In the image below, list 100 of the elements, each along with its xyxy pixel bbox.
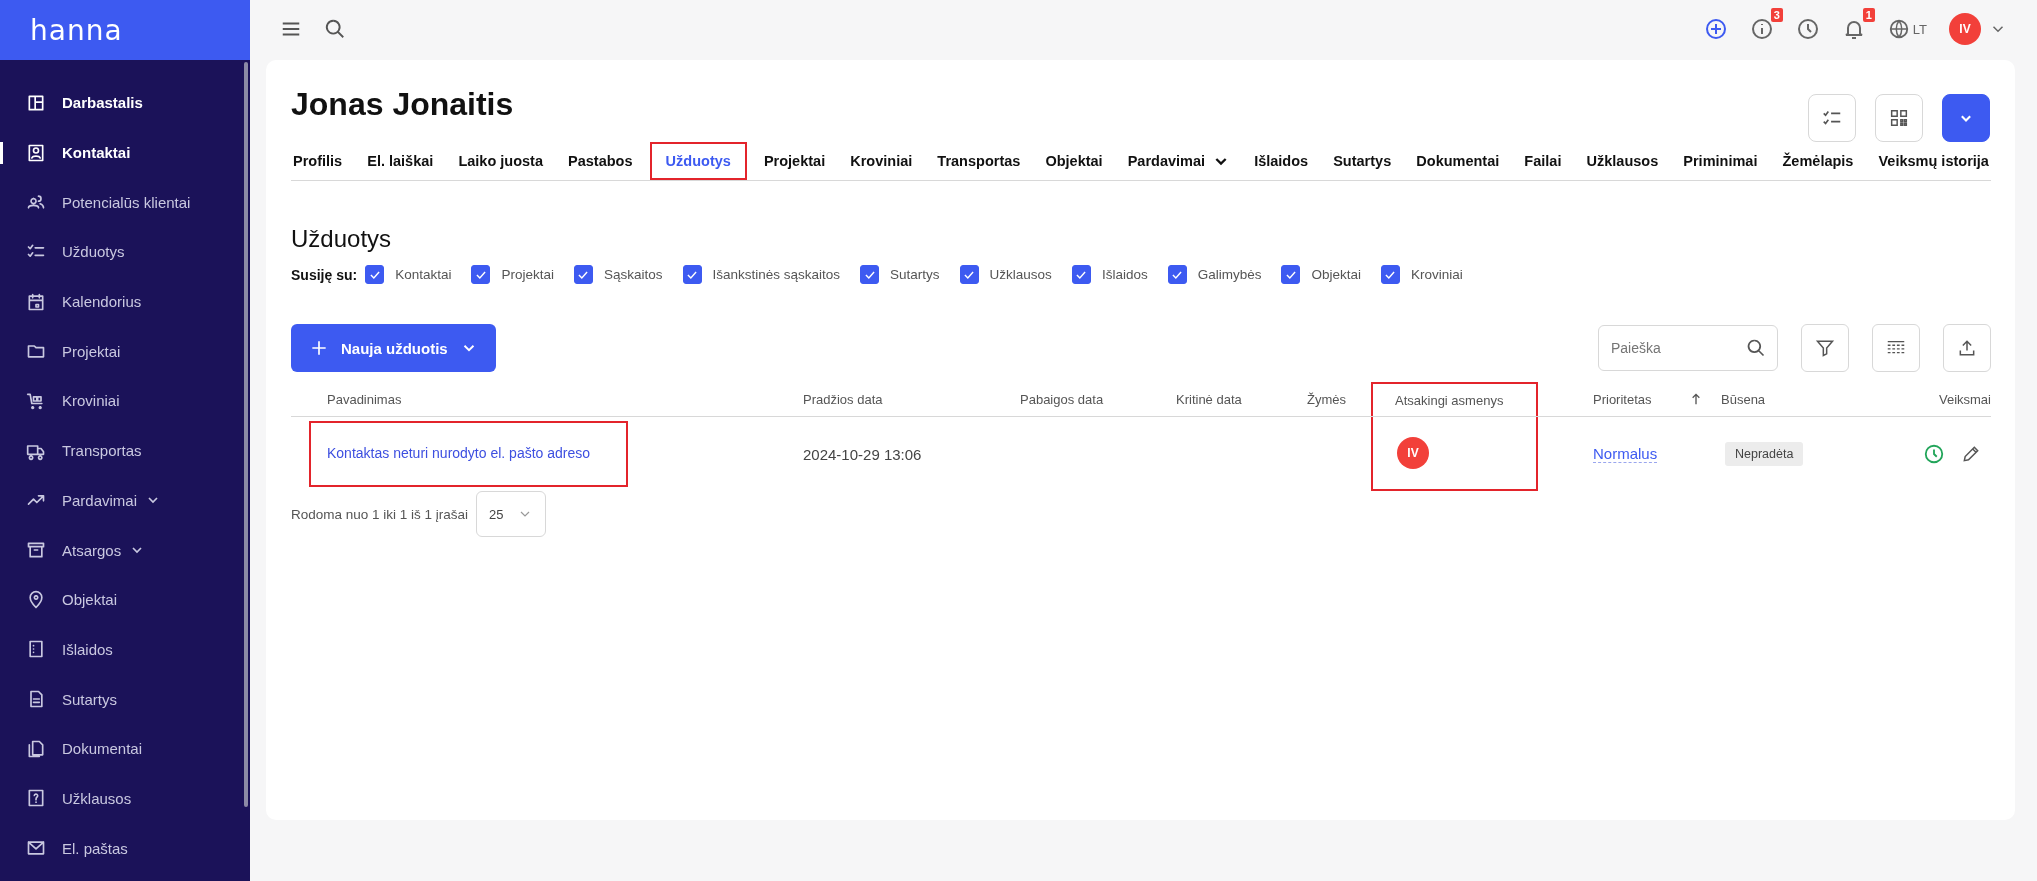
tab[interactable]: Dokumentai	[1414, 142, 1502, 180]
page-size-select[interactable]: 25	[476, 491, 547, 537]
tab[interactable]: Failai	[1522, 142, 1564, 180]
column-header[interactable]: Kritinė data	[1176, 391, 1242, 407]
sidebar-item[interactable]: Dokumentai	[0, 723, 250, 774]
sidebar-item[interactable]: Užduotys	[0, 227, 250, 277]
tab[interactable]: Užduotys	[649, 142, 747, 180]
dropdown-button[interactable]	[1942, 94, 1990, 142]
filter-icon	[1815, 338, 1835, 358]
checkbox[interactable]	[1281, 265, 1301, 284]
sidebar-item[interactable]: Darbastalis	[0, 78, 250, 128]
sidebar-item[interactable]: Objektai	[0, 574, 250, 625]
user-avatar: IV	[1397, 437, 1429, 469]
sidebar-item[interactable]: Atsargos	[0, 525, 250, 575]
search-field[interactable]: Paieška	[1598, 325, 1778, 371]
sidebar-item[interactable]: Kontaktai	[0, 127, 250, 178]
sidebar-item[interactable]: Potencialūs klientai	[0, 177, 250, 228]
contact-name: Jonas Jonaitis	[291, 86, 514, 123]
checkbox[interactable]	[573, 265, 593, 284]
sidebar-item[interactable]: Išlaidos	[0, 624, 250, 675]
tab[interactable]: El. laiškai	[365, 142, 436, 180]
tab[interactable]: Užklausos	[1584, 142, 1661, 180]
checkbox-label: Užklausos	[989, 267, 1052, 282]
tab[interactable]: Projektai	[761, 142, 828, 180]
checkbox[interactable]	[1167, 265, 1187, 284]
priority-link[interactable]: Normalus	[1593, 445, 1658, 463]
edit-icon[interactable]	[1961, 444, 1981, 464]
checkbox-label: Išankstinės sąskaitos	[712, 267, 841, 282]
column-header[interactable]: Būsena	[1721, 391, 1766, 407]
status-badge: Nepradėta	[1725, 442, 1804, 466]
sidebar-item-icon	[26, 589, 46, 610]
clock-icon[interactable]	[1795, 17, 1820, 41]
checkbox[interactable]	[1071, 265, 1091, 284]
column-header[interactable]: Žymės	[1307, 391, 1346, 407]
tab[interactable]: Transportas	[935, 142, 1023, 180]
section-title: Užduotys	[291, 225, 393, 253]
qr-code-button[interactable]	[1875, 94, 1923, 142]
tab[interactable]: Pastabos	[566, 142, 635, 180]
plus-icon	[309, 338, 329, 358]
filter-label: Susiję su:	[291, 266, 358, 283]
pagination-summary: Rodoma nuo 1 iki 1 iš 1 įrašai	[291, 506, 469, 522]
sidebar-item-icon	[26, 639, 46, 660]
task-title-link[interactable]: Kontaktas neturi nurodyto el. pašto adreso	[309, 421, 629, 487]
sidebar-item[interactable]: Projektai	[0, 326, 250, 377]
add-icon[interactable]	[1703, 17, 1728, 41]
column-header[interactable]: Prioritetas	[1593, 391, 1652, 407]
tab[interactable]: Žemėlapis	[1780, 142, 1856, 180]
notification-badge: 1	[1862, 8, 1875, 22]
sidebar-item-icon	[26, 291, 46, 312]
tab[interactable]: Laiko juosta	[456, 142, 545, 180]
checkbox-label: Kroviniai	[1410, 267, 1463, 282]
checkbox[interactable]	[959, 265, 979, 284]
column-header[interactable]: Pavadinimas	[327, 391, 402, 407]
sidebar-item[interactable]: El. paštas	[0, 823, 250, 873]
qr-code-icon	[1888, 107, 1910, 129]
tab[interactable]: Išlaidos	[1252, 142, 1311, 180]
export-button[interactable]	[1943, 324, 1991, 372]
checkbox[interactable]	[471, 265, 491, 284]
sidebar-item-icon	[26, 142, 46, 163]
tab[interactable]: Sutartys	[1331, 142, 1394, 180]
tab[interactable]: Objektai	[1043, 142, 1105, 180]
sidebar-item-icon	[26, 738, 46, 759]
sidebar-item[interactable]: Kalendorius	[0, 276, 250, 327]
filter-button[interactable]	[1801, 324, 1849, 372]
column-header[interactable]: Veiksmai	[1938, 391, 1991, 407]
checkbox[interactable]	[860, 265, 880, 284]
clock-icon[interactable]	[1923, 443, 1945, 465]
checkbox[interactable]	[1380, 265, 1400, 284]
tab[interactable]: Kroviniai	[848, 142, 915, 180]
new-task-button[interactable]: Nauja užduotis	[291, 324, 496, 372]
tab[interactable]: Pardavimai	[1125, 142, 1232, 180]
upload-icon	[1957, 338, 1977, 358]
tab[interactable]: Profilis	[291, 142, 345, 180]
checkbox[interactable]	[365, 265, 385, 284]
column-header[interactable]: Pabaigos data	[1020, 391, 1104, 407]
tab[interactable]: Priminimai	[1681, 142, 1760, 180]
sidebar-item-icon	[26, 788, 46, 809]
user-avatar[interactable]: IV	[1949, 13, 1981, 45]
column-header[interactable]: Pradžios data	[803, 391, 883, 407]
globe-icon[interactable]	[1887, 18, 1910, 40]
sidebar-item[interactable]: Pardavimai	[0, 475, 250, 526]
logo[interactable]: hanna	[30, 13, 123, 47]
search-icon[interactable]	[324, 18, 346, 40]
checkbox-label: Objektai	[1311, 267, 1361, 282]
scrollbar[interactable]	[244, 62, 248, 807]
notification-badge: 3	[1770, 8, 1783, 22]
table-cell: 2024-10-29 13:06	[803, 445, 922, 463]
sidebar-item[interactable]: Sutartys	[0, 674, 250, 724]
checkbox-label: Projektai	[501, 267, 554, 282]
language-label[interactable]: LT	[1912, 21, 1927, 37]
info-icon[interactable]	[1749, 17, 1774, 41]
checkbox-label: Kontaktai	[395, 267, 452, 282]
sidebar-item[interactable]: Transportas	[0, 425, 250, 476]
sidebar-item[interactable]: Užklausos	[0, 773, 250, 824]
sidebar-item[interactable]: Kroviniai	[0, 376, 250, 426]
tab[interactable]: Veiksmų istorija	[1876, 142, 1991, 180]
checklist-button[interactable]	[1808, 94, 1856, 142]
checkbox-label: Sąskaitos	[603, 267, 663, 282]
checkbox[interactable]	[682, 265, 702, 284]
search-icon	[1746, 338, 1766, 358]
